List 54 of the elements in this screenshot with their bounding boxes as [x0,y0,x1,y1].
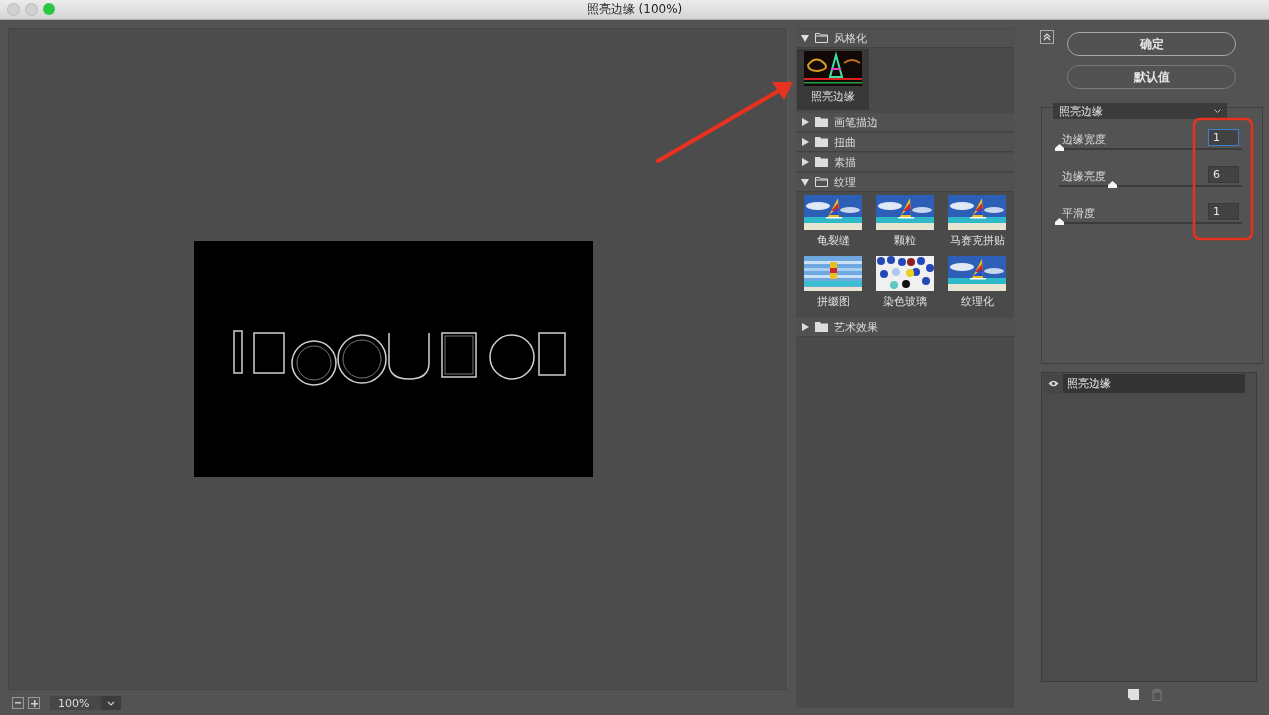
param-label: 边缘亮度 [1062,169,1106,184]
minus-icon [15,702,21,704]
param-label: 边缘宽度 [1062,132,1106,147]
zoom-dropdown[interactable]: 100% [50,696,122,710]
slider-thumb[interactable] [1055,144,1064,151]
folder-icon [815,33,828,43]
folder-label[interactable]: 艺术效果 [834,319,878,335]
slider-thumb[interactable] [1055,218,1064,225]
caret-icon[interactable] [801,323,809,331]
caret-icon[interactable] [801,34,809,42]
folder-label[interactable]: 扭曲 [834,134,856,150]
folder-label[interactable]: 风格化 [834,30,867,46]
folder-label[interactable]: 画笔描边 [834,114,878,130]
filter-tile[interactable]: 拼缀图 [797,254,869,315]
filter-tile[interactable]: 颗粒 [869,193,941,254]
folder-label[interactable]: 纹理 [834,174,856,190]
filter-label: 纹理化 [960,294,994,309]
folder-icon [815,322,828,332]
slider-thumb[interactable] [1107,181,1117,188]
filter-tile[interactable]: 马赛克拼贴 [941,193,1013,254]
dialog-button[interactable]: 默认值 [1067,65,1236,89]
filter-label: 照亮边缘 [811,89,855,104]
folder-label[interactable]: 素描 [834,154,856,170]
folder-icon [815,117,828,127]
filter-label: 拼缀图 [816,294,850,309]
new-layer-icon[interactable] [1128,689,1139,700]
caret-icon[interactable] [801,158,809,166]
filter-tile[interactable]: 龟裂缝 [797,193,869,254]
filter-tile[interactable]: 染色玻璃 [869,254,941,315]
plus-icon [30,699,38,707]
filter-label: 龟裂缝 [816,233,850,248]
caret-icon[interactable] [801,118,809,126]
folder-icon [815,137,828,147]
folder-icon [815,177,828,187]
collapse-icon [1043,33,1051,41]
layer-item[interactable]: 照亮边缘 [1063,374,1245,393]
caret-icon[interactable] [801,178,809,186]
chevron-icon [107,700,116,706]
caret-icon[interactable] [801,138,809,146]
filter-tile[interactable]: 照亮边缘 [797,49,869,110]
window-title: 照亮边缘 (100%) [586,1,683,18]
zoom-in-button[interactable] [28,697,40,709]
filter-dropdown[interactable]: 照亮边缘 [1053,103,1227,119]
filter-label: 马赛克拼贴 [949,233,1005,248]
chevron-icon [1214,109,1221,113]
filter-tile[interactable]: 纹理化 [941,254,1013,315]
collapse-button[interactable] [1040,30,1054,44]
param-label: 平滑度 [1062,206,1095,221]
dialog-button[interactable]: 确定 [1067,32,1236,56]
eye-icon[interactable] [1047,380,1059,387]
folder-icon [815,157,828,167]
filter-label: 染色玻璃 [883,294,927,309]
zoom-out-button[interactable] [12,697,24,709]
filter-label: 颗粒 [894,233,916,248]
